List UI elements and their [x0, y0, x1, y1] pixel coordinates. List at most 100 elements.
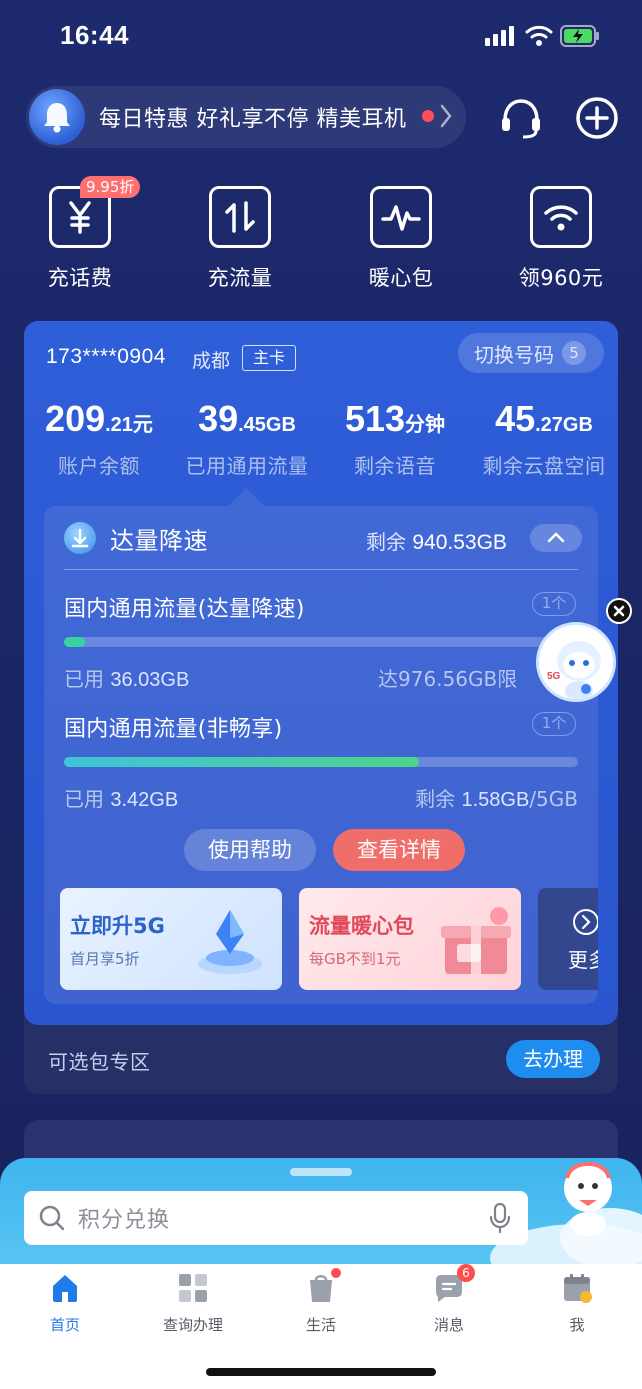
promo-marquee[interactable]: 每日特惠 好礼享不停 精美耳机	[26, 86, 466, 148]
search-placeholder: 积分兑换	[78, 1208, 171, 1233]
main-card-tag: 主卡	[242, 345, 296, 371]
stat-unit: .27GB	[535, 414, 593, 436]
calendar-sign-icon	[561, 1272, 593, 1304]
discount-badge: 9.95折	[80, 176, 141, 198]
stat-value: 513	[344, 398, 406, 439]
tab-messages[interactable]: 6 消息	[394, 1264, 504, 1335]
quick-action-recharge[interactable]: 充话费	[20, 186, 140, 292]
chevron-right-circle-icon	[573, 909, 598, 935]
tab-home[interactable]: 首页	[10, 1272, 120, 1335]
stat-used-data[interactable]: 39.45GB 已用通用流量	[172, 398, 322, 479]
message-bubble-icon: 6	[433, 1264, 475, 1304]
usage-used-label: 已用	[64, 787, 104, 811]
usage-bar-fill	[64, 757, 419, 767]
search-input[interactable]: 积分兑换	[24, 1191, 528, 1245]
usage-used: 已用 3.42GB	[64, 783, 178, 812]
pulse-icon	[370, 186, 432, 248]
stat-label: 剩余语音	[354, 454, 436, 478]
quick-action-label: 充流量	[207, 266, 273, 290]
plan-remaining-value: 940.53GB	[412, 531, 507, 554]
switch-number-button[interactable]: 切换号码 5	[458, 333, 604, 373]
tab-me[interactable]: 我	[522, 1272, 632, 1335]
stat-label: 剩余云盘空间	[482, 454, 606, 478]
switch-number-count: 5	[562, 341, 586, 365]
usage-used-value: 36.03GB	[110, 669, 190, 691]
usage-used: 已用 36.03GB	[64, 663, 189, 692]
tab-label: 查询办理	[162, 1316, 223, 1334]
home-indicator[interactable]	[206, 1368, 436, 1376]
plan-remaining-label: 剩余	[366, 530, 406, 554]
view-details-button[interactable]: 查看详情	[333, 829, 465, 871]
bell-icon	[29, 89, 85, 145]
stat-unit: 分钟	[405, 414, 446, 436]
usage-remaining: 剩余 1.58GB/5GB	[348, 783, 578, 812]
tab-life[interactable]: 生活	[266, 1268, 376, 1335]
usage-limit: 达976.56GB限	[378, 667, 518, 691]
usage-row-count: 1个	[532, 712, 576, 736]
sheet-handle[interactable]	[290, 1168, 352, 1176]
stat-balance[interactable]: 209.21元 账户余额	[24, 398, 174, 479]
tab-label: 我	[569, 1316, 585, 1334]
marquee-text: 每日特惠 好礼享不停 精美耳机	[99, 107, 407, 132]
stat-value: 209	[45, 398, 106, 439]
assistant-avatar-icon[interactable]	[555, 1160, 621, 1236]
close-icon[interactable]	[606, 598, 632, 624]
usage-bar-track	[64, 637, 578, 647]
usage-used-value: 3.42GB	[110, 789, 179, 811]
quick-action-warm-pack[interactable]: 暖心包	[341, 186, 461, 292]
add-icon[interactable]	[575, 96, 619, 140]
usage-row-title: 国内通用流量(达量降速)	[64, 597, 305, 622]
chevron-right-icon[interactable]	[438, 102, 454, 130]
promo-upgrade-5g[interactable]: 立即升5G 首月享5折	[60, 888, 282, 990]
usage-remaining-value: 1.58GB	[461, 789, 530, 811]
microphone-icon[interactable]	[488, 1202, 512, 1234]
customer-service-icon[interactable]	[498, 96, 544, 140]
plan-title: 达量降速	[110, 527, 208, 555]
crystal-icon	[198, 910, 262, 974]
notification-dot	[331, 1268, 341, 1278]
message-badge: 6	[457, 1264, 475, 1282]
chevron-up-icon	[547, 532, 565, 543]
collapse-button[interactable]	[530, 524, 582, 552]
tab-label: 生活	[305, 1316, 336, 1334]
quick-action-data[interactable]: 充流量	[180, 186, 300, 292]
tab-query[interactable]: 查询办理	[138, 1272, 248, 1335]
quick-action-label: 暖心包	[368, 266, 434, 290]
stat-unit: .45GB	[238, 414, 296, 436]
stat-value: 45	[495, 398, 536, 439]
usage-help-button[interactable]: 使用帮助	[184, 829, 316, 871]
marquee-red-dot	[422, 110, 434, 122]
tab-label: 消息	[433, 1316, 464, 1334]
stat-cloud[interactable]: 45.27GB 剩余云盘空间	[466, 398, 622, 479]
stat-unit: .21元	[105, 414, 153, 436]
home-icon	[49, 1272, 81, 1304]
go-handle-button[interactable]: 去办理	[506, 1040, 600, 1078]
gift-box-icon	[441, 907, 511, 974]
svg-text:5G: 5G	[547, 671, 561, 682]
assistant-float[interactable]: 5G	[536, 622, 616, 702]
stat-voice[interactable]: 513分钟 剩余语音	[320, 398, 470, 479]
shopping-bag-icon	[305, 1268, 341, 1304]
usage-row-title: 国内通用流量(非畅享)	[64, 717, 283, 742]
promo-more[interactable]: 更多	[538, 888, 598, 990]
usage-used-label: 已用	[64, 667, 104, 691]
usage-bar-track	[64, 757, 578, 767]
search-icon	[39, 1205, 65, 1231]
usage-remaining-label: 剩余	[415, 787, 456, 811]
grid-icon	[177, 1272, 209, 1304]
signal-icon	[485, 26, 514, 46]
battery-icon	[560, 25, 599, 47]
panel-pointer	[228, 488, 264, 506]
promo-title: 流量暖心包	[309, 914, 414, 938]
promo-subtitle: 每GB不到1元	[309, 950, 401, 968]
promo-more-label: 更多	[568, 948, 598, 972]
stat-label: 已用通用流量	[185, 454, 309, 478]
status-time: 16:44	[60, 20, 129, 50]
tab-label: 首页	[49, 1316, 80, 1334]
switch-number-label: 切换号码	[474, 342, 554, 367]
quick-action-claim[interactable]: 领960元	[501, 186, 621, 292]
usage-row-count: 1个	[532, 592, 576, 616]
download-cloud-icon	[64, 522, 96, 554]
wifi-icon	[530, 186, 592, 248]
promo-warm-pack[interactable]: 流量暖心包 每GB不到1元	[299, 888, 521, 990]
